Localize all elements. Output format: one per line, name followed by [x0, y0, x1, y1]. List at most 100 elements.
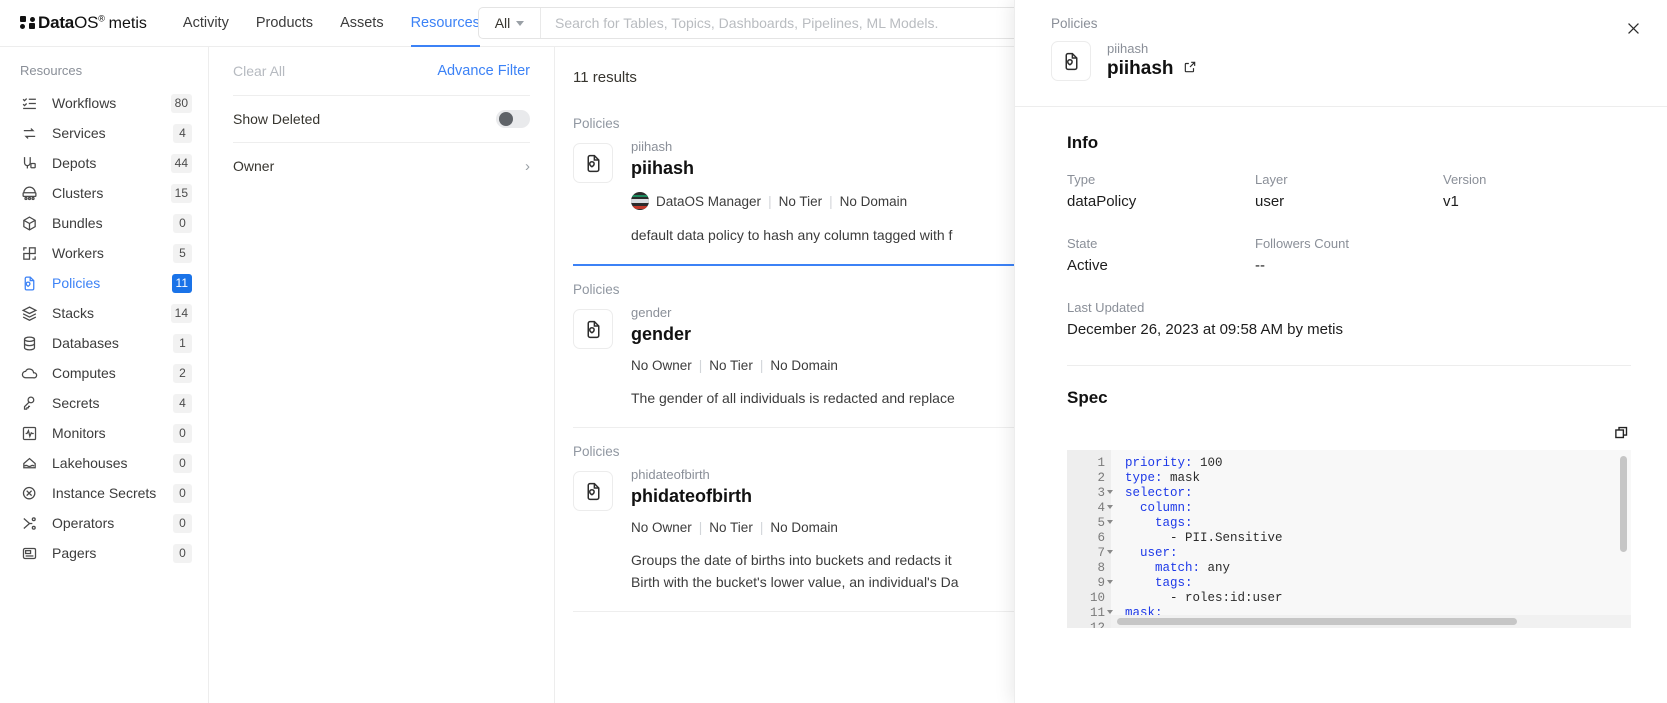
info-value: Active [1067, 257, 1108, 274]
nav-item-activity[interactable]: Activity [183, 0, 229, 47]
close-drawer-button[interactable] [1621, 16, 1645, 40]
filter-panel: Clear All Advance Filter Show Deleted Ow… [209, 47, 555, 703]
drawer-body: Info Type dataPolicy Layer user Version … [1015, 107, 1667, 703]
show-deleted-label: Show Deleted [233, 111, 321, 127]
code-line-number: 10 [1089, 591, 1105, 605]
spec-section-header: Spec [1067, 388, 1631, 408]
main-nav: Activity Products Assets Resources [183, 0, 480, 47]
clear-all-button[interactable]: Clear All [233, 63, 285, 79]
spec-code-block[interactable]: 12345678910111213 priority: 100type: mas… [1067, 450, 1631, 628]
sidebar-item-services[interactable]: Services 4 [0, 118, 208, 148]
sidebar-item-instance-secrets[interactable]: Instance Secrets 0 [0, 478, 208, 508]
brand-registered-mark: ® [98, 13, 105, 24]
sidebar-item-computes[interactable]: Computes 2 [0, 358, 208, 388]
nav-item-products[interactable]: Products [256, 0, 313, 47]
sidebar-count: 0 [173, 423, 192, 443]
code-key: tags: [1125, 576, 1193, 590]
code-value: - PII.Sensitive [1125, 531, 1283, 545]
nav-item-assets[interactable]: Assets [340, 0, 384, 47]
result-tier: No Tier [709, 358, 753, 373]
info-key: Version [1443, 172, 1487, 187]
sidebar-item-bundles[interactable]: Bundles 0 [0, 208, 208, 238]
policy-icon [573, 471, 613, 511]
key-icon [20, 394, 38, 412]
code-line-number: 1 [1097, 456, 1105, 470]
sidebar-item-lakehouses[interactable]: Lakehouses 0 [0, 448, 208, 478]
external-link-icon[interactable] [1183, 58, 1197, 80]
drawer-title-row: piihash [1107, 58, 1197, 80]
sidebar-item-monitors[interactable]: Monitors 0 [0, 418, 208, 448]
sidebar-item-workers[interactable]: Workers 5 [0, 238, 208, 268]
code-value: - roles:id:user [1125, 591, 1283, 605]
filter-row-owner[interactable]: Owner › [233, 142, 530, 189]
sidebar-item-operators[interactable]: Operators 0 [0, 508, 208, 538]
code-key: tags: [1125, 516, 1193, 530]
info-value: dataPolicy [1067, 193, 1137, 210]
code-key: user: [1125, 546, 1178, 560]
sidebar-count: 0 [173, 483, 192, 503]
code-key: match: [1125, 561, 1201, 575]
advance-filter-button[interactable]: Advance Filter [437, 63, 530, 79]
result-owner: DataOS Manager [656, 193, 762, 209]
sidebar-label: Bundles [52, 215, 103, 231]
meta-separator: | [698, 358, 703, 373]
brand-product-name: metis [108, 15, 147, 32]
code-key: column: [1125, 501, 1193, 515]
sidebar-count: 44 [170, 153, 192, 173]
sidebar-label: Databases [52, 335, 119, 351]
pagers-icon [20, 544, 38, 562]
code-vertical-scrollbar[interactable] [1620, 456, 1627, 552]
code-line: tags: [1125, 516, 1631, 531]
sidebar-item-secrets[interactable]: Secrets 4 [0, 388, 208, 418]
sidebar-label: Computes [52, 365, 116, 381]
avatar [631, 192, 649, 210]
operators-icon [20, 514, 38, 532]
nav-item-resources[interactable]: Resources [411, 0, 480, 47]
sidebar-item-depots[interactable]: Depots 44 [0, 148, 208, 178]
drawer-header: Policies piihash piihash [1015, 0, 1667, 107]
sidebar-item-clusters[interactable]: Clusters 15 [0, 178, 208, 208]
brand-name-data: Data [38, 13, 75, 32]
result-owner: No Owner [631, 520, 692, 535]
code-line-number: 4 [1077, 501, 1113, 516]
info-key: Last Updated [1067, 300, 1145, 315]
sidebar-item-pagers[interactable]: Pagers 0 [0, 538, 208, 568]
code-line-numbers: 12345678910111213 [1067, 450, 1113, 628]
sidebar-count: 2 [173, 363, 192, 383]
sidebar-count: 0 [173, 543, 192, 563]
sidebar-label: Workers [52, 245, 104, 261]
sidebar-item-stacks[interactable]: Stacks 14 [0, 298, 208, 328]
code-horizontal-scrollbar[interactable] [1117, 618, 1517, 625]
detail-drawer: Policies piihash piihash Info Type dataP… [1014, 0, 1667, 703]
info-key: Layer [1255, 172, 1288, 187]
code-key: priority: [1125, 456, 1193, 470]
app-root: DataOS® metis Activity Products Assets R… [0, 0, 1667, 703]
sidebar-label: Lakehouses [52, 455, 128, 471]
stacks-icon [20, 304, 38, 322]
sidebar-label: Stacks [52, 305, 95, 321]
info-field-followers-count: Followers Count -- [1255, 235, 1443, 277]
bundles-icon [20, 214, 38, 232]
search-scope-label: All [494, 15, 511, 31]
code-line: tags: [1125, 576, 1631, 591]
sidebar-item-policies[interactable]: Policies 11 [0, 268, 208, 298]
copy-icon[interactable] [1611, 422, 1631, 442]
sidebar-count: 5 [173, 243, 192, 263]
sidebar-label: Workflows [52, 95, 117, 111]
monitors-icon [20, 424, 38, 442]
sidebar-item-databases[interactable]: Databases 1 [0, 328, 208, 358]
meta-separator: | [759, 520, 764, 535]
search-scope-select[interactable]: All [479, 8, 541, 38]
code-content[interactable]: priority: 100 type: mask selector: column:… [1111, 450, 1631, 628]
meta-separator: | [698, 520, 703, 535]
code-line: type: mask [1125, 471, 1631, 486]
brand-logo[interactable]: DataOS® metis [20, 13, 147, 33]
drawer-title: piihash [1107, 58, 1174, 79]
chevron-down-icon [516, 20, 525, 26]
show-deleted-toggle[interactable] [496, 110, 530, 128]
sidebar-item-workflows[interactable]: Workflows 80 [0, 88, 208, 118]
meta-separator: | [759, 358, 764, 373]
spec-section-title: Spec [1067, 388, 1108, 407]
result-domain: No Domain [839, 193, 908, 209]
chevron-right-icon: › [525, 157, 530, 175]
